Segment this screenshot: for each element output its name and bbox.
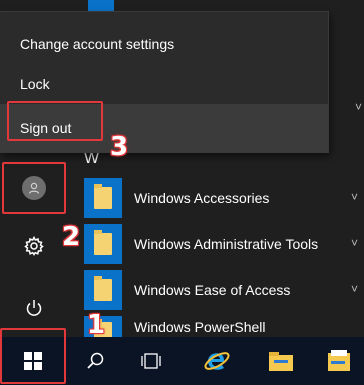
- step-number-1: 1: [87, 310, 106, 340]
- step-number-2: 2: [62, 222, 81, 252]
- power-button[interactable]: [0, 284, 68, 332]
- highlight-user-account: [2, 162, 66, 214]
- app-label: Windows Ease of Access: [134, 282, 291, 298]
- chevron-down-icon: ˅: [350, 190, 358, 204]
- app-tile-partial: [88, 0, 114, 12]
- folder-icon: [84, 178, 122, 218]
- section-letter-w[interactable]: W: [84, 150, 99, 168]
- task-view-icon: [141, 353, 161, 369]
- file-explorer-extra-icon: [328, 350, 350, 371]
- chevron-down-icon[interactable]: ˅: [355, 100, 362, 114]
- highlight-start-button: [0, 328, 66, 384]
- search-icon: [87, 352, 104, 369]
- app-label: Windows Administrative Tools: [134, 236, 319, 252]
- app-label: Windows Accessories: [134, 190, 270, 206]
- highlight-sign-out: [7, 101, 103, 141]
- folder-icon: [84, 224, 122, 264]
- step-number-3: 3: [110, 132, 129, 162]
- internet-explorer-button[interactable]: [192, 337, 242, 385]
- change-account-settings-item[interactable]: Change account settings: [0, 24, 328, 64]
- task-view-button[interactable]: [128, 337, 174, 385]
- internet-explorer-icon: [204, 352, 230, 370]
- file-explorer-button[interactable]: [256, 337, 306, 385]
- chevron-down-icon: ˅: [350, 236, 358, 250]
- power-icon: [26, 300, 42, 316]
- list-item-windows-powershell[interactable]: Windows PowerShell: [84, 316, 364, 338]
- list-item-windows-administrative-tools[interactable]: Windows Administrative Tools ˅: [84, 224, 364, 264]
- folder-icon: [84, 270, 122, 310]
- file-explorer-extra-button[interactable]: [316, 337, 364, 385]
- list-item-windows-ease-of-access[interactable]: Windows Ease of Access ˅: [84, 270, 364, 310]
- app-label: Windows PowerShell: [134, 319, 266, 335]
- chevron-down-icon: ˅: [350, 282, 358, 296]
- list-item-windows-accessories[interactable]: Windows Accessories ˅: [84, 178, 364, 218]
- lock-item[interactable]: Lock: [0, 64, 328, 104]
- settings-button[interactable]: [0, 222, 68, 270]
- gear-icon: [24, 236, 44, 256]
- search-button[interactable]: [72, 337, 118, 385]
- file-explorer-icon: [269, 352, 293, 371]
